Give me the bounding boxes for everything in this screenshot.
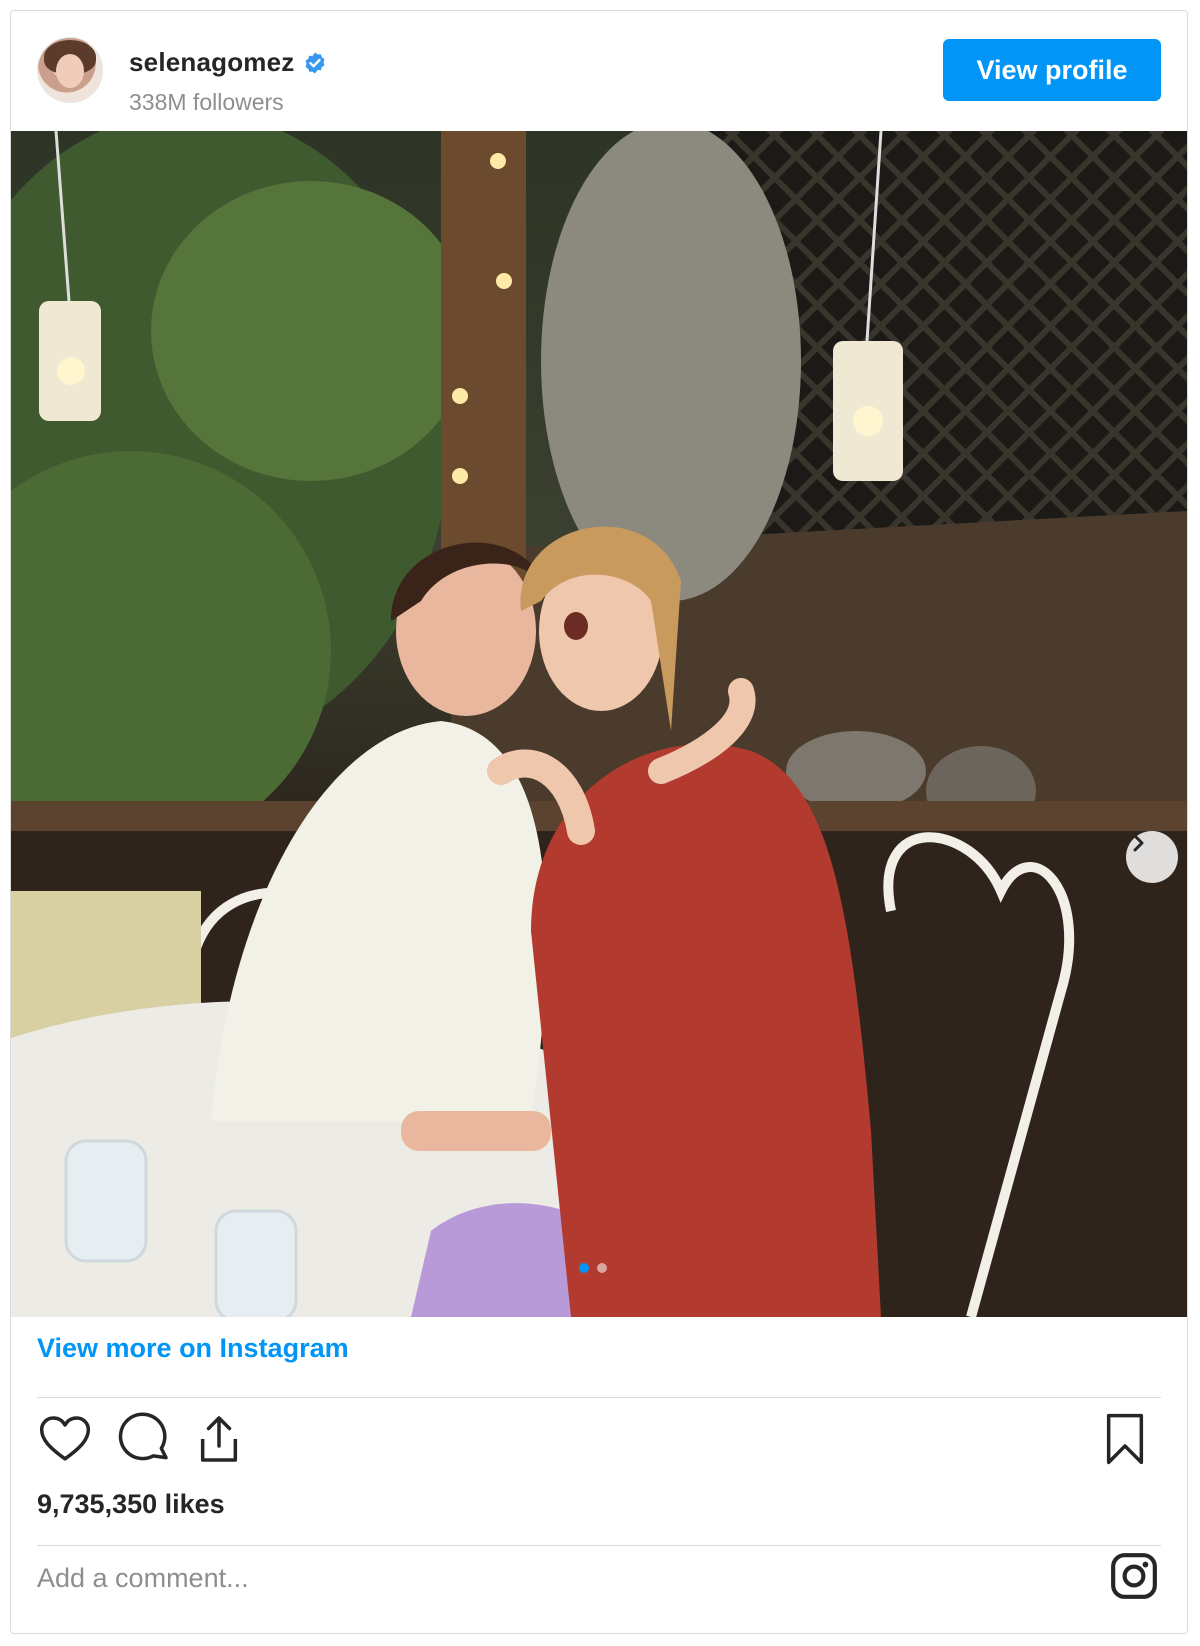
view-profile-button[interactable]: View profile — [943, 39, 1161, 101]
comment-bubble-icon[interactable] — [117, 1411, 173, 1467]
avatar-face — [56, 54, 84, 88]
instagram-embed-card: selenagomez 338M followers View profile — [10, 10, 1188, 1634]
divider-bottom — [37, 1545, 1161, 1546]
add-comment-link[interactable]: Add a comment... — [37, 1563, 249, 1594]
carousel-dot-active — [579, 1263, 589, 1273]
bookmark-icon[interactable] — [1097, 1411, 1153, 1467]
heart-icon[interactable] — [37, 1411, 93, 1467]
share-icon[interactable] — [191, 1411, 247, 1467]
profile-avatar[interactable] — [37, 37, 103, 103]
carousel-dot — [597, 1263, 607, 1273]
verified-badge-icon — [305, 52, 324, 73]
post-header: selenagomez 338M followers View profile — [11, 11, 1187, 131]
instagram-icon[interactable] — [1109, 1551, 1159, 1601]
username-row: selenagomez — [129, 47, 327, 78]
divider-top — [37, 1397, 1161, 1398]
carousel-next-button[interactable] — [1126, 831, 1178, 883]
view-more-link[interactable]: View more on Instagram — [37, 1333, 349, 1364]
chevron-right-icon — [1133, 834, 1144, 852]
like-count[interactable]: 9,735,350 likes — [37, 1489, 225, 1520]
action-bar — [37, 1411, 1161, 1471]
carousel-indicator — [579, 1263, 607, 1273]
username[interactable]: selenagomez — [129, 47, 295, 78]
post-photo[interactable] — [11, 131, 1187, 1317]
follower-count: 338M followers — [129, 89, 284, 115]
photo-illustration — [11, 131, 1187, 1317]
